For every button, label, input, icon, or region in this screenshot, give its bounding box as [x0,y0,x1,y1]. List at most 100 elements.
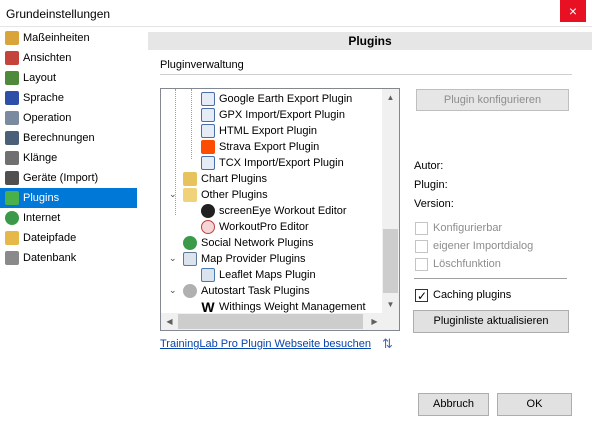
folder-icon [183,172,197,187]
sidebar-item-dateipfade[interactable]: Dateipfade [0,228,137,248]
refresh-plugin-list-button[interactable]: Pluginliste aktualisieren [413,310,569,333]
tree-item[interactable]: GPX Import/Export Plugin [201,107,345,123]
sidebar-item-label: Maßeinheiten [23,32,90,44]
scroll-right-icon[interactable]: ▶ [366,313,383,330]
chevron-down-icon[interactable]: ⌄ [169,189,179,200]
tree-item[interactable]: Leaflet Maps Plugin [201,267,316,283]
sidebar-item-label: Dateipfade [23,232,77,244]
tree-item[interactable]: TCX Import/Export Plugin [201,155,344,171]
sidebar-item-label: Berechnungen [23,132,95,144]
sidebar-item-plugins[interactable]: Plugins [0,188,137,208]
sidebar-item-label: Layout [23,72,57,84]
scroll-down-icon[interactable]: ▼ [382,296,399,313]
cancel-button[interactable]: Abbruch [418,393,489,416]
tree-item-label: TCX Import/Export Plugin [219,157,344,169]
tree-item[interactable]: screenEye Workout Editor [201,203,347,219]
tree-item-label: Withings Weight Management [219,301,366,313]
layout-icon [5,71,19,85]
sidebar-item-masseinheiten[interactable]: Maßeinheiten [0,28,137,48]
withings-w-icon: W [201,299,215,316]
window-title: Grundeinstellungen [6,7,111,21]
plugin-website-link[interactable]: TrainingLab Pro Plugin Webseite besuchen [160,338,371,350]
plugin-label: Plugin: [414,179,448,191]
tree-item-label: Autostart Task Plugins [201,285,310,297]
strava-icon [201,140,215,155]
checkbox-label: Konfigurierbar [433,222,503,234]
sidebar-item-berechnungen[interactable]: Berechnungen [0,128,137,148]
chevron-down-icon[interactable]: ⌄ [169,285,179,296]
checkbox-label: eigener Importdialog [433,240,534,252]
version-label: Version: [414,198,454,210]
scroll-thumb[interactable] [178,314,363,329]
title-bar: Grundeinstellungen × [0,0,592,27]
checkbox-box[interactable] [415,239,428,253]
tree-horizontal-scrollbar[interactable]: ◀ ▶ [161,313,383,330]
tree-item[interactable]: Social Network Plugins [183,235,314,251]
tree-item[interactable]: Autostart Task Plugins [183,283,310,299]
tree-item[interactable]: Chart Plugins [183,171,267,187]
tree-connector [191,89,192,159]
checkbox-loeschfunktion[interactable]: Löschfunktion [415,256,501,272]
sidebar-item-label: Plugins [23,192,60,204]
sidebar-item-klaenge[interactable]: Klänge [0,148,137,168]
device-icon [5,171,19,185]
refresh-plugin-list-label: Pluginliste aktualisieren [433,315,549,327]
checkbox-label: Caching plugins [433,289,512,301]
tree-vertical-scrollbar[interactable]: ▲ ▼ [382,89,399,313]
sidebar-item-internet[interactable]: Internet [0,208,137,228]
checkbox-box[interactable] [415,257,428,271]
chevron-down-icon[interactable]: ⌄ [169,253,179,264]
sidebar-item-label: Ansichten [23,52,72,64]
tree-item-label: Social Network Plugins [201,237,314,249]
folder-open-icon [183,188,197,203]
ok-label: OK [526,398,543,410]
checkbox-box[interactable] [415,221,428,235]
page-title: Plugins [148,32,592,50]
sidebar-item-datenbank[interactable]: Datenbank [0,248,137,268]
tree-item[interactable]: Other Plugins [183,187,268,203]
calendar-icon [5,51,19,65]
tree-item-label: screenEye Workout Editor [219,205,347,217]
calculator-icon [5,131,19,145]
puzzle-icon [5,191,19,205]
sidebar-item-label: Geräte (Import) [23,172,99,184]
tree-item-label: HTML Export Plugin [219,125,318,137]
main-panel: Plugins Pluginverwaltung Google Earth Ex… [138,28,592,425]
cancel-label: Abbruch [433,398,474,410]
sidebar-item-label: Internet [23,212,61,224]
tree-item-label: Other Plugins [201,189,268,201]
author-label: Autor: [414,160,444,172]
scroll-left-icon[interactable]: ◀ [161,313,178,330]
scroll-up-icon[interactable]: ▲ [382,89,399,106]
gears-icon [183,284,197,299]
database-icon [5,251,19,265]
sidebar-item-sprache[interactable]: Sprache [0,88,137,108]
tree-item[interactable]: Map Provider Plugins [183,251,306,267]
tree-item[interactable]: HTML Export Plugin [201,123,317,139]
sidebar-item-operation[interactable]: Operation [0,108,137,128]
checkbox-box[interactable] [415,288,428,304]
checkbox-caching-plugins[interactable]: Caching plugins [415,287,512,304]
tree-item[interactable]: WorkoutPro Editor [201,219,309,235]
checkbox-konfigurierbar[interactable]: Konfigurierbar [415,220,502,236]
configure-plugin-button[interactable]: Plugin konfigurieren [416,89,569,111]
folder-icon [5,231,19,245]
checkbox-importdialog[interactable]: eigener Importdialog [415,238,533,254]
map-icon [201,268,215,283]
sidebar-item-ansichten[interactable]: Ansichten [0,48,137,68]
stopwatch-icon [201,220,215,235]
refresh-icon[interactable]: ⇅ [382,337,396,351]
tree-item[interactable]: Strava Export Plugin [201,139,319,155]
scroll-thumb[interactable] [383,229,398,293]
sidebar-item-label: Operation [23,112,72,124]
close-button[interactable]: × [560,0,586,22]
sidebar-item-layout[interactable]: Layout [0,68,137,88]
checkbox-label: Löschfunktion [433,258,501,270]
sidebar-item-geraete[interactable]: Geräte (Import) [0,168,137,188]
tree-item-label: WorkoutPro Editor [219,221,309,233]
globe-icon [183,236,197,251]
ok-button[interactable]: OK [497,393,572,416]
tree-item[interactable]: Google Earth Export Plugin [201,91,352,107]
document-icon [201,92,215,107]
plugin-tree[interactable]: Google Earth Export Plugin GPX Import/Ex… [160,88,400,331]
